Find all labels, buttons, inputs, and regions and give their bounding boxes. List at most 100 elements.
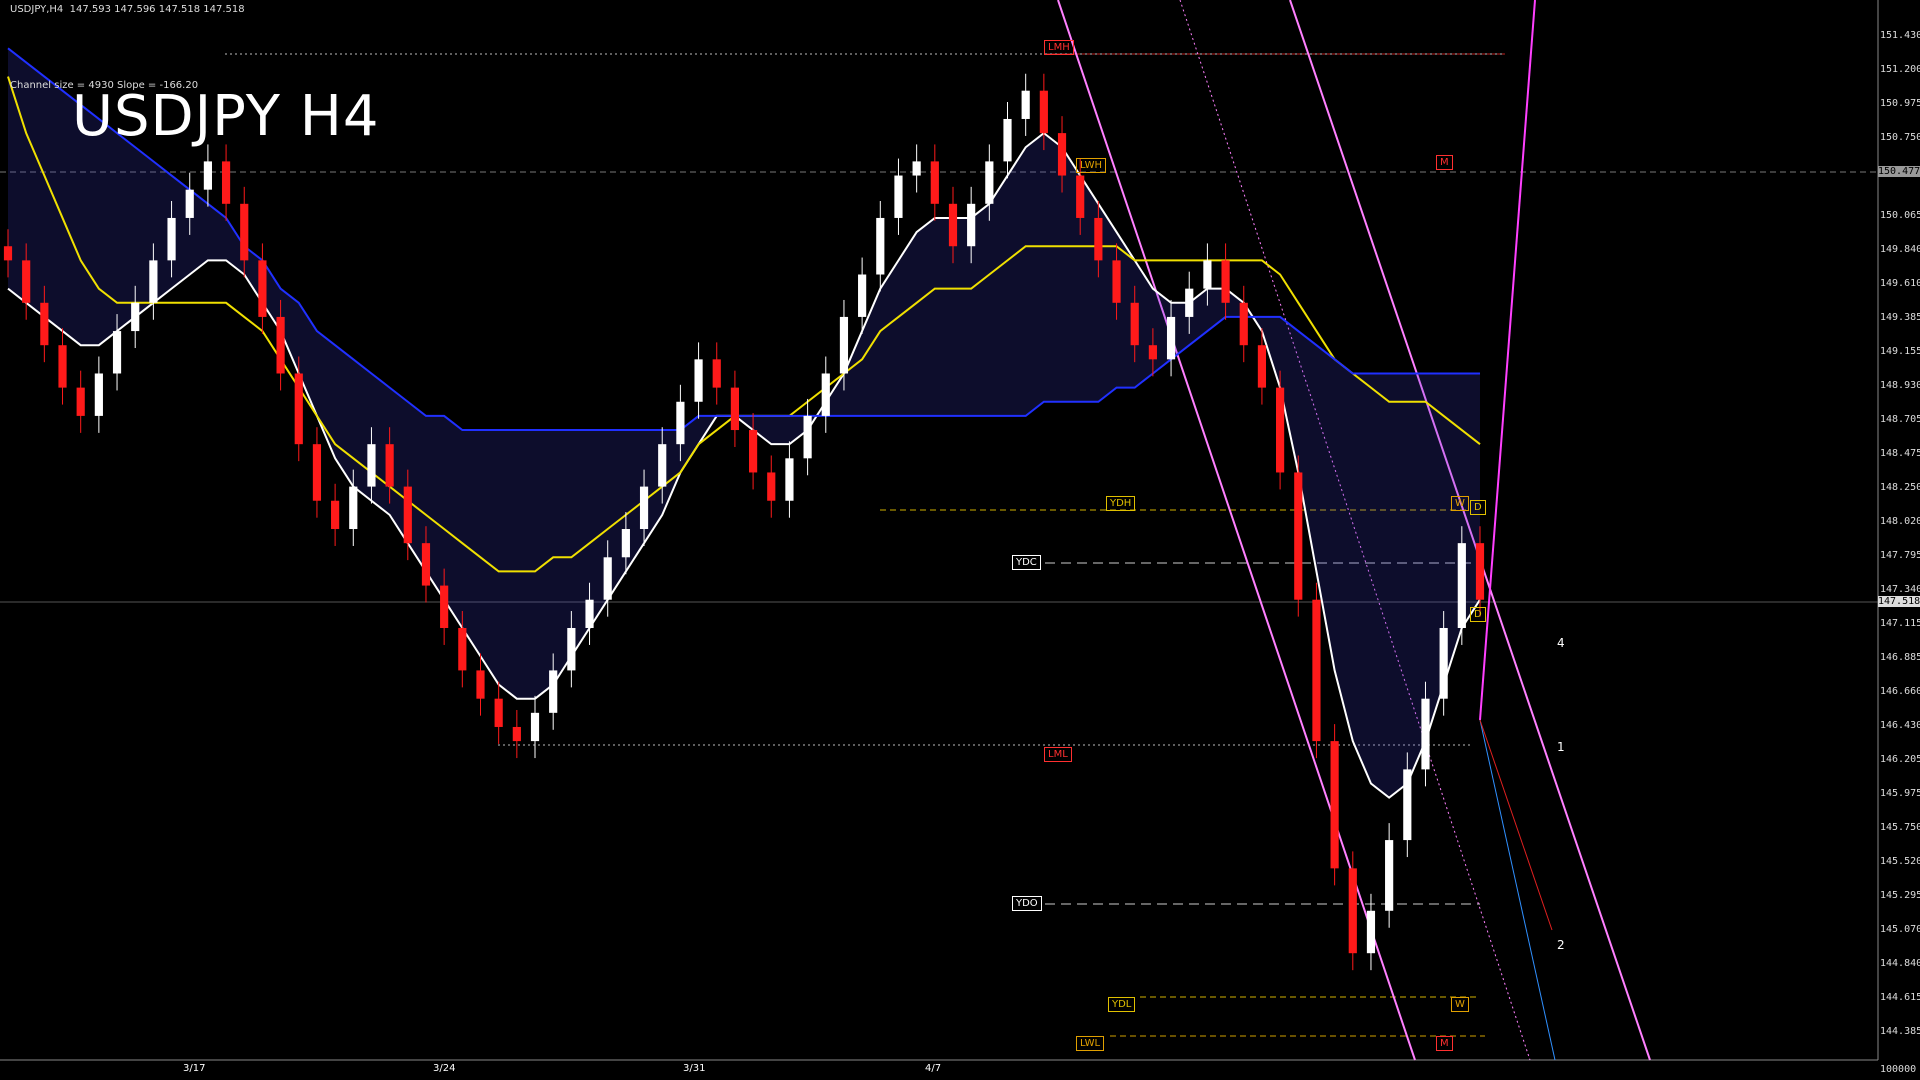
candle-body (567, 627, 576, 671)
candle-body (549, 670, 558, 713)
candle-body (1148, 345, 1157, 360)
price-tick-label: 150.975 (1880, 98, 1920, 109)
price-tick-label: 148.020 (1880, 516, 1920, 527)
price-tick-label: 145.520 (1880, 856, 1920, 867)
candle-body (1457, 543, 1466, 628)
level-tag-d-top: D (1470, 500, 1486, 515)
candle-body (676, 401, 685, 445)
price-tick-label: 149.155 (1880, 346, 1920, 357)
candle-body (58, 345, 67, 388)
price-tick-label: 149.610 (1880, 278, 1920, 289)
candle-body (621, 529, 630, 558)
price-tick-label: 147.340 (1880, 584, 1920, 595)
candle-body (1439, 627, 1448, 699)
candle-body (1385, 840, 1394, 911)
candle-body (1475, 543, 1485, 600)
candle-body (1112, 260, 1121, 303)
candle-body (3, 246, 13, 261)
time-label-3-17: 3/17 (183, 1063, 206, 1074)
candle-body (112, 331, 122, 374)
price-tick-label: 144.385 (1880, 1026, 1920, 1037)
candle-body (1330, 741, 1339, 869)
candle-body (494, 698, 503, 727)
level-tag-lmh: LMH (1044, 40, 1074, 55)
candle-body (1185, 288, 1194, 317)
candle-body (730, 387, 740, 431)
candle-body (131, 302, 140, 332)
candle-body (458, 627, 467, 671)
time-label-3-31: 3/31 (683, 1063, 706, 1074)
candle-body (421, 543, 431, 586)
magenta-curve (1479, 0, 1536, 721)
price-tick-label: 148.705 (1880, 414, 1920, 425)
blue-ray (1479, 719, 1556, 1061)
indicator-lines (7, 47, 1481, 799)
candle-body (331, 500, 340, 530)
candle-body (1203, 260, 1212, 289)
candle-body (785, 458, 794, 501)
price-tick-label: 149.385 (1880, 312, 1920, 323)
time-label-3-24: 3/24 (433, 1063, 456, 1074)
candle-body (1130, 302, 1139, 346)
level-tag-ydh: YDH (1106, 496, 1136, 511)
candle-body (22, 260, 31, 303)
price-tick-label: 149.840 (1880, 244, 1920, 255)
candle-body (585, 599, 594, 628)
candle-body (948, 203, 958, 247)
level-tag-d-mid: D (1470, 607, 1486, 622)
level-tag-lwl: LWL (1076, 1036, 1105, 1051)
price-tick-label: 148.930 (1880, 380, 1920, 391)
candle-body (767, 472, 776, 501)
symbol-info: USDJPY,H4 147.593 147.596 147.518 147.51… (10, 4, 245, 15)
current-price-label: 147.518 (1878, 596, 1920, 607)
level-tag-m-top: M (1436, 155, 1453, 170)
candle-body (1366, 910, 1376, 954)
price-tick-label: 146.205 (1880, 754, 1920, 765)
candle-body (876, 217, 885, 275)
candle-body (1039, 90, 1048, 134)
price-tick-label: 145.975 (1880, 788, 1920, 799)
wave-label-1: 1 (1557, 740, 1565, 754)
chart-title: USDJPY H4 (72, 84, 380, 149)
price-tick-label: 145.750 (1880, 822, 1920, 833)
candle-body (1348, 868, 1357, 954)
candle-body (858, 274, 867, 317)
candle-body (967, 203, 976, 247)
candle-body (603, 557, 612, 600)
candle-body (185, 189, 194, 218)
candle-body (803, 415, 812, 459)
candle-body (839, 316, 849, 374)
candle-body (530, 712, 540, 742)
candle-body (367, 444, 376, 487)
price-tick-label: 100000 (1880, 1064, 1917, 1075)
candle-body (349, 486, 358, 530)
price-tick-label: 145.070 (1880, 924, 1920, 935)
candle-body (1166, 316, 1176, 360)
candle-body (821, 373, 830, 416)
candle-body (1057, 133, 1067, 176)
wave-label-4: 4 (1557, 636, 1565, 650)
price-tick-label: 148.250 (1880, 482, 1920, 493)
candle-body (894, 175, 903, 218)
candle-body (385, 444, 394, 487)
candle-body (76, 387, 85, 416)
price-tick-label: 151.430 (1880, 30, 1920, 41)
candle-body (276, 316, 285, 374)
candle-body (1403, 769, 1412, 841)
price-chart[interactable] (0, 0, 1920, 1080)
candle-body (240, 203, 249, 261)
candle-body (1312, 599, 1321, 742)
level-tag-lwh: LWH (1076, 158, 1107, 173)
candle-body (1421, 698, 1430, 770)
candle-body (748, 430, 758, 473)
candle-body (294, 373, 303, 445)
candle-body (1239, 302, 1248, 346)
price-tick-label: 150.750 (1880, 132, 1920, 143)
candle-body (149, 260, 158, 303)
level-tag-ydc: YDC (1012, 555, 1041, 570)
candle-body (985, 161, 994, 204)
price-tick-label: 147.115 (1880, 618, 1920, 629)
candle-body (167, 217, 176, 261)
price-tick-label: 146.430 (1880, 720, 1920, 731)
candle-body (440, 585, 449, 628)
